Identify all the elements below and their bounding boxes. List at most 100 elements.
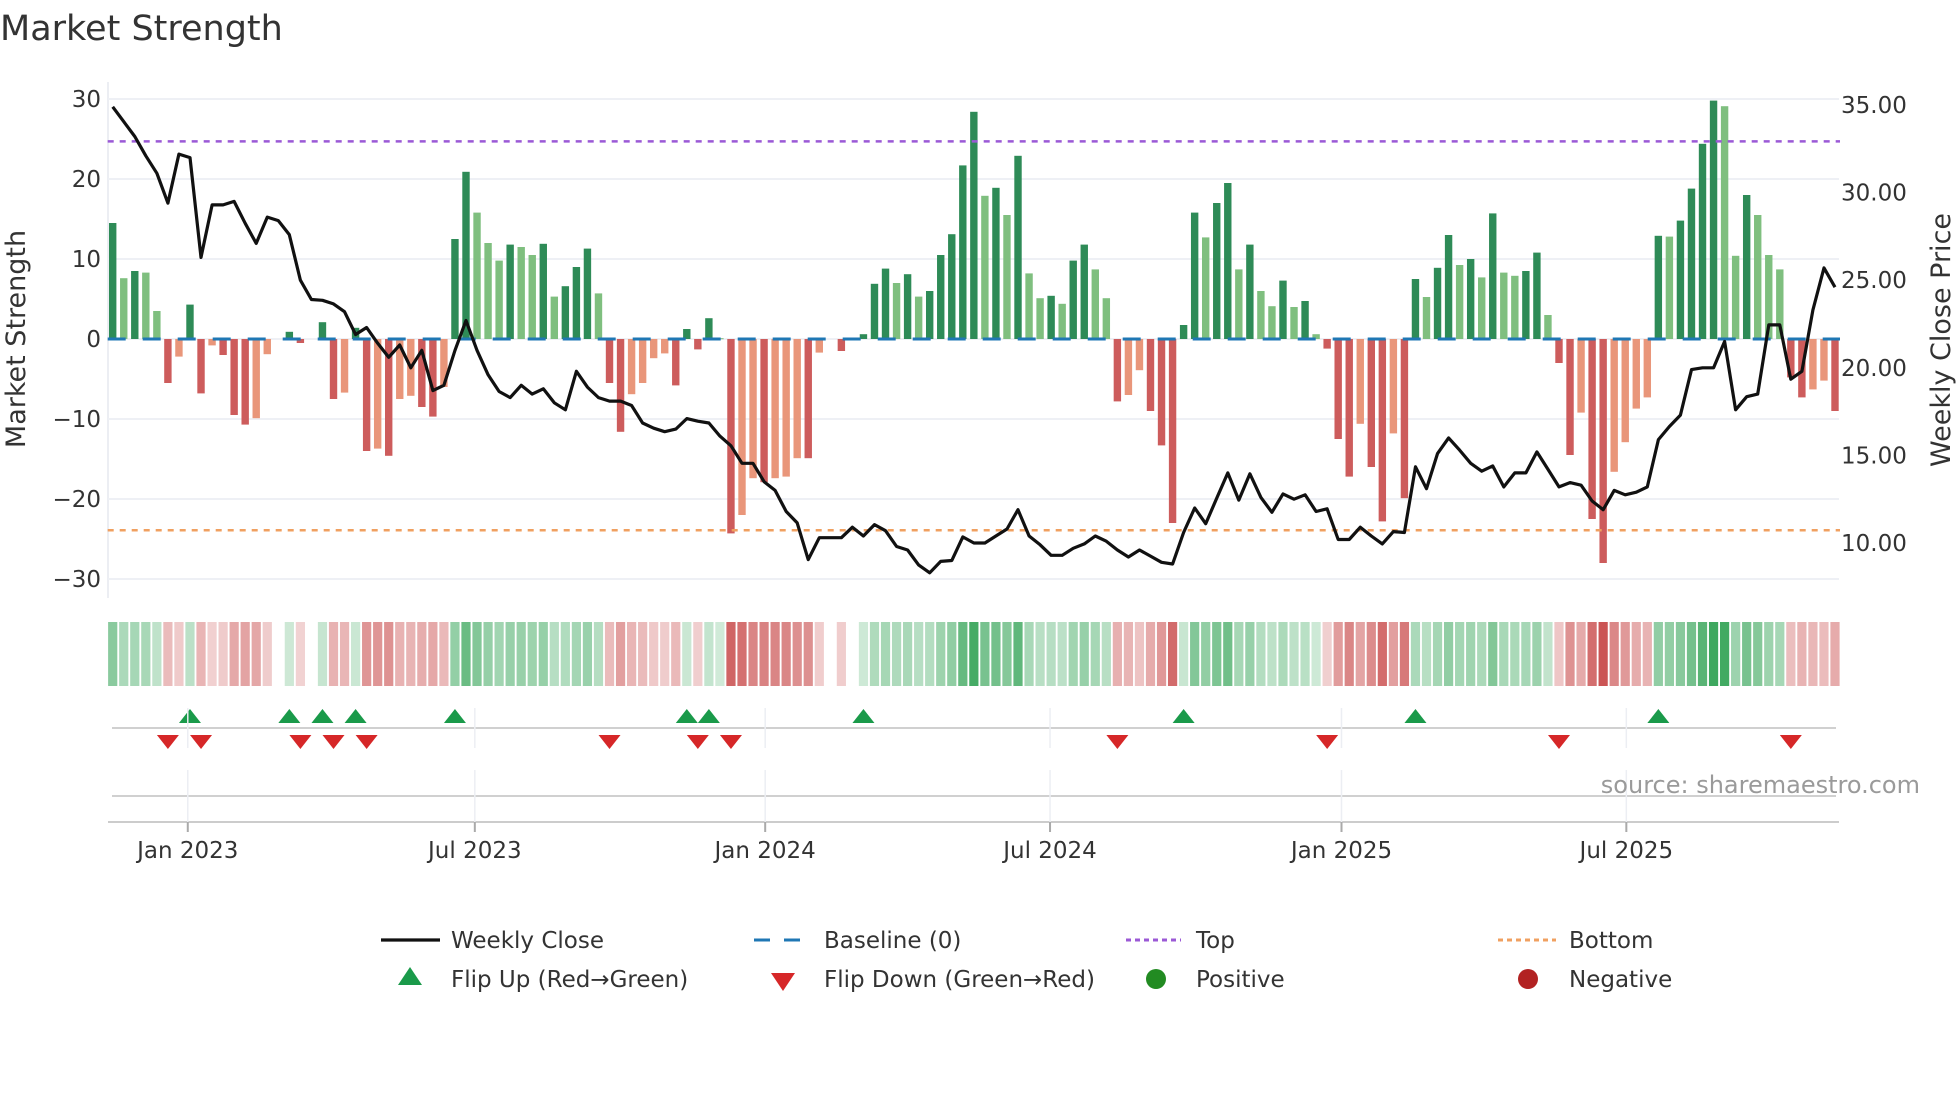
strip-cell bbox=[1719, 622, 1730, 686]
strip-cell bbox=[1145, 622, 1156, 686]
positive-bar bbox=[142, 272, 150, 339]
flip-up-marker bbox=[1172, 709, 1195, 723]
right-axis-title: Weekly Close Price bbox=[1926, 213, 1957, 467]
left-tick-label: 30 bbox=[72, 87, 101, 113]
strip-cell bbox=[373, 622, 383, 686]
strip-cell bbox=[108, 622, 118, 686]
strip-cell bbox=[1289, 622, 1299, 686]
negative-bar bbox=[627, 339, 636, 395]
negative-bar bbox=[263, 339, 271, 355]
strip-cell bbox=[1134, 622, 1145, 686]
negative-bar bbox=[616, 339, 625, 432]
negative-bar bbox=[252, 339, 260, 419]
flip-down-marker bbox=[156, 735, 179, 749]
negative-bar bbox=[219, 339, 227, 355]
strip-cell bbox=[660, 622, 670, 686]
strip-cell bbox=[1543, 622, 1553, 686]
legend-flip-down: Flip Down (Green→Red) bbox=[824, 967, 1095, 993]
strip-cell bbox=[527, 622, 537, 686]
strip-cell bbox=[1488, 622, 1498, 686]
strip-cell bbox=[1775, 622, 1785, 686]
legend-bottom: Bottom bbox=[1569, 928, 1653, 954]
strip-cell bbox=[350, 622, 361, 686]
strip-cell bbox=[483, 622, 493, 686]
strip-cell bbox=[130, 622, 140, 686]
flip-down-marker bbox=[1547, 735, 1570, 749]
strip-cell bbox=[1443, 622, 1454, 686]
legend-weekly-close: Weekly Close bbox=[451, 928, 604, 954]
left-axis-ticks: −30 −20 −10 0 10 20 30 bbox=[52, 87, 101, 593]
negative-bar bbox=[782, 339, 790, 477]
negative-bar bbox=[1643, 339, 1652, 398]
positive-bar bbox=[1687, 188, 1696, 339]
left-tick-label: −10 bbox=[52, 407, 101, 433]
positive-bar bbox=[506, 244, 514, 339]
strip-cell bbox=[1035, 622, 1045, 686]
negative-bar bbox=[815, 339, 823, 353]
negative-bar bbox=[373, 339, 382, 449]
strip-cell bbox=[582, 622, 593, 686]
positive-bar bbox=[1665, 236, 1674, 339]
legend: Weekly Close Baseline (0) Top Bottom Fli… bbox=[381, 928, 1672, 993]
strip-cell bbox=[1256, 622, 1266, 686]
negative-bar bbox=[1831, 339, 1839, 411]
positive-bar bbox=[1709, 100, 1718, 339]
negative-bar bbox=[793, 339, 801, 459]
strip-cell bbox=[1742, 622, 1752, 686]
positive-bar bbox=[131, 271, 139, 339]
strip-cell bbox=[682, 622, 692, 686]
negative-bar bbox=[1356, 339, 1364, 424]
strip-cell bbox=[1278, 622, 1288, 686]
negative-bar bbox=[1621, 339, 1629, 443]
positive-bar bbox=[1478, 277, 1486, 339]
strip-cell bbox=[1201, 622, 1211, 686]
strip-cell bbox=[1631, 622, 1641, 686]
strip-cell bbox=[1664, 622, 1674, 686]
strip-cell bbox=[1642, 622, 1652, 686]
strip-cell bbox=[1311, 622, 1321, 686]
strip-cell bbox=[1388, 622, 1398, 686]
flip-down-marker bbox=[190, 735, 213, 749]
strip-cell bbox=[141, 622, 151, 686]
strip-cell bbox=[1576, 622, 1586, 686]
positive-bar bbox=[1190, 212, 1199, 339]
strip-cell bbox=[1731, 622, 1741, 686]
strip-cell bbox=[693, 622, 703, 686]
strip-cell bbox=[638, 622, 648, 686]
positive-bar bbox=[517, 247, 525, 339]
negative-bar bbox=[1577, 339, 1585, 413]
negative-bar bbox=[241, 339, 249, 425]
strip-cell bbox=[1565, 622, 1575, 686]
left-axis-title: Market Strength bbox=[1, 230, 32, 448]
left-tick-label: −20 bbox=[52, 487, 101, 513]
positive-bar bbox=[1301, 301, 1309, 339]
positive-bar bbox=[1654, 235, 1663, 339]
flip-down-marker bbox=[686, 735, 709, 749]
positive-bar bbox=[1047, 295, 1055, 339]
strip-cell bbox=[1587, 622, 1597, 686]
negative-bar bbox=[1124, 339, 1133, 395]
negative-bar bbox=[230, 339, 238, 415]
x-axis: Jan 2023 Jul 2023 Jan 2024 Jul 2024 Jan 2025… bbox=[108, 708, 1839, 864]
positive-bar bbox=[1102, 298, 1111, 339]
strip-cell bbox=[1024, 622, 1034, 686]
strip-cell bbox=[494, 622, 504, 686]
flip-up-marker bbox=[1404, 709, 1427, 723]
right-tick-label: 15.00 bbox=[1841, 443, 1907, 469]
strip-cell bbox=[1686, 622, 1697, 686]
strip-cell bbox=[936, 622, 946, 686]
strip-cell bbox=[1708, 622, 1719, 686]
flip-up-marker bbox=[697, 709, 720, 723]
negative-bar bbox=[771, 339, 779, 479]
negative-bar bbox=[1135, 339, 1144, 371]
negative-bar bbox=[1389, 339, 1398, 434]
source-label: source: sharemaestro.com bbox=[1601, 771, 1920, 799]
positive-bar bbox=[1091, 269, 1099, 339]
legend-flip-up: Flip Up (Red→Green) bbox=[451, 967, 688, 993]
strip-cell bbox=[1333, 622, 1343, 686]
strip-cell bbox=[1764, 622, 1774, 686]
negative-bar bbox=[1400, 339, 1409, 499]
positive-bar bbox=[1742, 195, 1751, 339]
strip-cell bbox=[1101, 622, 1111, 686]
negative-bar bbox=[749, 339, 757, 479]
